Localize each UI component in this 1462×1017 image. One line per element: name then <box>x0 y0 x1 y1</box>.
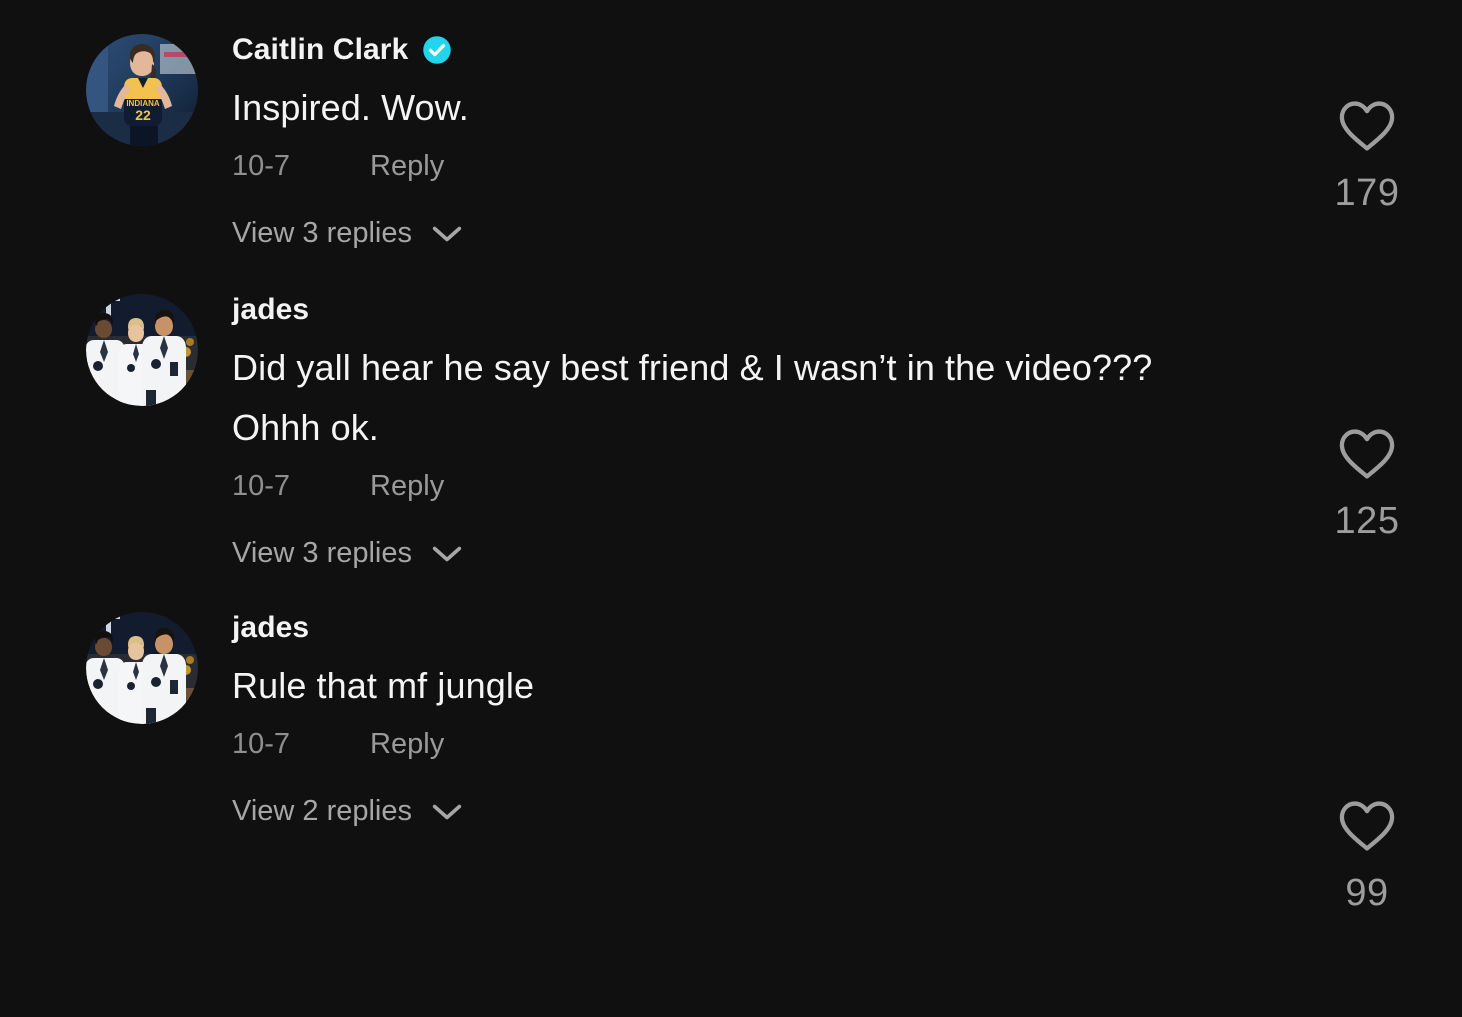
avatar-image: INDIANA 22 <box>86 34 198 146</box>
comment-item: jades Rule that mf jungle 10-7 Reply Vie… <box>0 604 1462 826</box>
like-group[interactable]: 125 <box>1312 428 1422 540</box>
like-count: 99 <box>1345 872 1389 914</box>
view-replies-button[interactable]: View 3 replies <box>232 219 1422 248</box>
like-count: 179 <box>1334 172 1400 214</box>
comment-date: 10-7 <box>232 470 291 503</box>
view-replies-label: View 3 replies <box>232 537 413 570</box>
comment-meta: 10-7 Reply <box>232 472 1422 501</box>
heart-outline-icon[interactable] <box>1338 428 1396 480</box>
name-row: Caitlin Clark <box>232 26 1422 74</box>
comment-text: Did yall hear he say best friend & I was… <box>232 347 1153 449</box>
comment-username[interactable]: jades <box>232 295 309 325</box>
chevron-down-icon <box>432 804 462 820</box>
comment-item: INDIANA 22 Caitlin Clark Inspired. Wow. … <box>0 26 1462 248</box>
view-replies-label: View 2 replies <box>232 795 413 828</box>
comment-body: jades Rule that mf jungle 10-7 Reply Vie… <box>198 604 1422 826</box>
comment-body: Caitlin Clark Inspired. Wow. 10-7 Reply … <box>198 26 1422 248</box>
name-row: jades <box>232 604 1422 652</box>
heart-outline-icon[interactable] <box>1338 800 1396 852</box>
view-replies-label: View 3 replies <box>232 217 413 250</box>
view-replies-button[interactable]: View 2 replies <box>232 797 1422 826</box>
comment-body: jades Did yall hear he say best friend &… <box>198 286 1422 568</box>
reply-button[interactable]: Reply <box>370 730 444 759</box>
comment-date: 10-7 <box>232 150 291 183</box>
comment-list: INDIANA 22 Caitlin Clark Inspired. Wow. … <box>0 0 1462 1017</box>
avatar-image <box>86 612 198 725</box>
reply-button[interactable]: Reply <box>370 472 444 501</box>
verified-check-icon <box>423 36 452 64</box>
avatar[interactable]: INDIANA 22 <box>86 34 198 146</box>
avatar-image <box>86 294 198 407</box>
heart-outline-icon[interactable] <box>1338 100 1396 152</box>
avatar[interactable] <box>86 294 198 407</box>
comment-meta: 10-7 Reply <box>232 152 1422 181</box>
avatar[interactable] <box>86 612 198 725</box>
chevron-down-icon <box>432 546 462 562</box>
comment-date: 10-7 <box>232 728 291 761</box>
comment-text: Rule that mf jungle <box>232 665 535 707</box>
like-group[interactable]: 99 <box>1312 800 1422 912</box>
comment-username[interactable]: Caitlin Clark <box>232 35 408 65</box>
comment-meta: 10-7 Reply <box>232 730 1422 759</box>
view-replies-button[interactable]: View 3 replies <box>232 539 1422 568</box>
like-group[interactable]: 179 <box>1312 100 1422 212</box>
comment-username[interactable]: jades <box>232 613 309 643</box>
svg-text:22: 22 <box>135 107 151 123</box>
comment-item: jades Did yall hear he say best friend &… <box>0 286 1462 568</box>
comment-text: Inspired. Wow. <box>232 87 469 128</box>
chevron-down-icon <box>432 226 462 241</box>
like-count: 125 <box>1334 500 1400 542</box>
name-row: jades <box>232 286 1422 334</box>
reply-button[interactable]: Reply <box>370 152 444 181</box>
